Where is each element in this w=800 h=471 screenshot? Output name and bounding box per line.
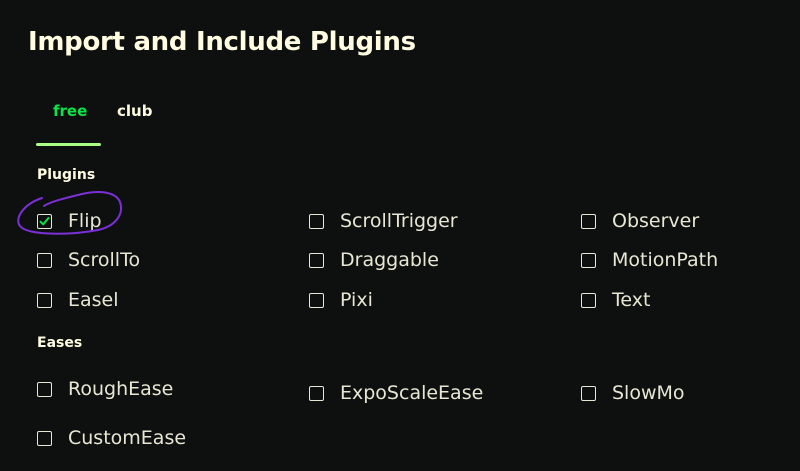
checkbox-box[interactable] [37, 213, 52, 229]
checkbox-label: Pixi [340, 289, 373, 311]
checkbox-label: Text [612, 289, 651, 311]
checkmark-icon [39, 216, 50, 225]
section-label-plugins: Plugins [37, 167, 96, 183]
checkbox-box[interactable] [581, 385, 596, 401]
checkbox-scrolltrigger[interactable]: ScrollTrigger [309, 209, 458, 233]
checkbox-observer[interactable]: Observer [581, 209, 699, 233]
checkbox-box[interactable] [309, 252, 324, 268]
checkbox-label: ScrollTo [68, 249, 141, 271]
checkbox-label: Easel [68, 289, 119, 311]
checkbox-box[interactable] [581, 292, 596, 308]
tab-bar: free club [36, 96, 176, 146]
checkbox-box[interactable] [581, 213, 596, 229]
checkbox-draggable[interactable]: Draggable [309, 248, 439, 272]
checkbox-box[interactable] [37, 292, 52, 308]
checkbox-label: SlowMo [612, 382, 685, 404]
checkbox-box[interactable] [37, 381, 52, 397]
checkbox-text[interactable]: Text [581, 288, 650, 312]
checkbox-box[interactable] [37, 430, 52, 446]
checkbox-box[interactable] [581, 252, 596, 268]
checkbox-label: MotionPath [612, 249, 719, 271]
checkbox-customease[interactable]: CustomEase [37, 426, 186, 450]
checkbox-label: CustomEase [68, 427, 187, 449]
checkbox-flip[interactable]: Flip [37, 209, 102, 233]
checkbox-label: ExpoScaleEase [340, 382, 484, 404]
section-label-eases: Eases [37, 335, 83, 351]
checkbox-slowmo[interactable]: SlowMo [581, 381, 685, 405]
page-title: Import and Include Plugins [28, 27, 416, 57]
checkbox-easel[interactable]: Easel [37, 288, 119, 312]
tab-free[interactable]: free [53, 102, 87, 120]
checkbox-exposcaleease[interactable]: ExpoScaleEase [309, 381, 483, 405]
checkbox-box[interactable] [309, 292, 324, 308]
active-tab-indicator [36, 143, 101, 146]
checkbox-label: Flip [68, 210, 102, 232]
checkbox-motionpath[interactable]: MotionPath [581, 248, 718, 272]
checkbox-label: RoughEase [68, 378, 174, 400]
checkbox-box[interactable] [309, 385, 324, 401]
tab-club[interactable]: club [117, 102, 152, 120]
checkbox-scrollto[interactable]: ScrollTo [37, 248, 140, 272]
checkbox-pixi[interactable]: Pixi [309, 288, 373, 312]
checkbox-label: ScrollTrigger [340, 210, 458, 232]
checkbox-label: Draggable [340, 249, 439, 271]
checkbox-box[interactable] [37, 252, 52, 268]
checkbox-label: Observer [612, 210, 700, 232]
checkbox-box[interactable] [309, 213, 324, 229]
checkbox-roughease[interactable]: RoughEase [37, 377, 173, 401]
